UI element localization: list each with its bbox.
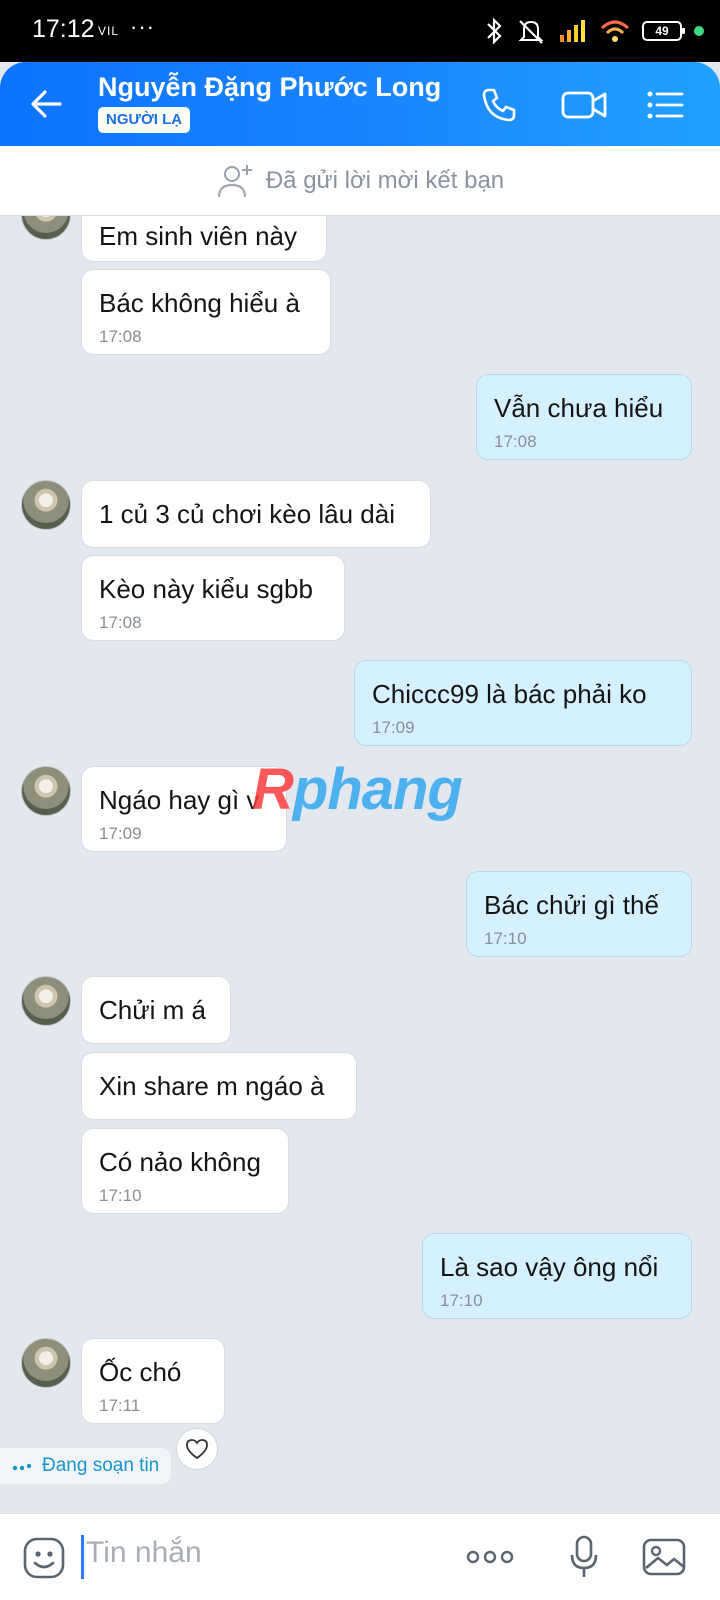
message-text: Xin share m ngáo à — [99, 1071, 325, 1101]
message-text: Là sao vậy ông nổi — [440, 1252, 659, 1282]
battery-level: 49 — [655, 24, 669, 38]
message-time: 17:09 — [372, 718, 415, 737]
typing-dots-icon — [12, 1463, 32, 1471]
list-menu-icon — [647, 91, 684, 119]
arrow-left-icon[interactable] — [26, 84, 66, 124]
message-time: 17:11 — [99, 1396, 141, 1415]
message-bubble-outgoing[interactable]: Chiccc99 là bác phải ko 17:09 — [354, 660, 692, 746]
message-text: Chửi m á — [99, 995, 206, 1025]
message-time: 17:10 — [484, 929, 527, 948]
more-options-button[interactable] — [464, 1534, 516, 1580]
message-input[interactable]: Tin nhắn — [86, 1536, 202, 1570]
message-text: Chiccc99 là bác phải ko — [372, 679, 647, 709]
more-dots-icon — [466, 1550, 514, 1564]
message-text: Có nảo không — [99, 1147, 261, 1177]
avatar[interactable] — [21, 480, 71, 530]
message-time: 17:08 — [99, 613, 142, 632]
message-text: Kèo này kiểu sgbb — [99, 574, 313, 604]
message-bubble-outgoing[interactable]: Vẫn chưa hiểu 17:08 — [476, 374, 692, 460]
friend-request-bar[interactable]: Đã gửi lời mời kết bạn — [0, 146, 720, 216]
avatar[interactable] — [21, 1338, 71, 1388]
message-bubble-incoming[interactable]: Chửi m á — [81, 976, 231, 1044]
menu-button[interactable] — [642, 82, 688, 128]
composer-bar: Tin nhắn — [0, 1513, 720, 1600]
contact-name[interactable]: Nguyễn Đặng Phước Long — [98, 72, 441, 103]
status-time: 17:12 — [32, 15, 95, 43]
message-bubble-incoming[interactable]: 1 củ 3 củ chơi kèo lâu dài — [81, 480, 431, 548]
status-icons: 49 — [484, 14, 704, 48]
sticker-smile-icon[interactable] — [22, 1536, 66, 1580]
message-bubble-incoming[interactable]: Bác không hiểu à 17:08 — [81, 269, 331, 355]
message-text: Bác không hiểu à — [99, 288, 300, 318]
video-camera-icon — [561, 91, 607, 119]
message-bubble-incoming[interactable]: Em sinh viên này — [81, 216, 327, 262]
message-text: Vẫn chưa hiểu — [494, 393, 664, 423]
message-time: 17:08 — [99, 327, 142, 346]
message-text: 1 củ 3 củ chơi kèo lâu dài — [99, 499, 396, 529]
add-user-icon — [217, 164, 252, 197]
typing-indicator: Đang soạn tin — [0, 1448, 172, 1484]
wifi-icon — [600, 20, 630, 42]
video-call-button[interactable] — [556, 82, 612, 128]
message-text: Em sinh viên này — [99, 221, 297, 251]
message-bubble-outgoing[interactable]: Bác chửi gì thế 17:10 — [466, 871, 692, 957]
text-cursor — [81, 1535, 84, 1579]
message-bubble-incoming[interactable]: Kèo này kiểu sgbb 17:08 — [81, 555, 345, 641]
message-bubble-incoming[interactable]: Xin share m ngáo à — [81, 1052, 357, 1120]
message-text: Ốc chó — [99, 1357, 182, 1387]
network-label: VIL — [98, 24, 120, 38]
message-time: 17:10 — [99, 1186, 142, 1205]
privacy-indicator — [694, 26, 704, 36]
avatar[interactable] — [21, 216, 71, 240]
battery-icon: 49 — [642, 21, 685, 41]
call-button[interactable] — [476, 82, 522, 128]
message-text: Bác chửi gì thế — [484, 890, 659, 920]
message-bubble-incoming[interactable]: Có nảo không 17:10 — [81, 1128, 289, 1214]
phone-icon — [482, 88, 516, 122]
gallery-button[interactable] — [640, 1534, 688, 1580]
image-gallery-icon — [642, 1538, 686, 1576]
message-list[interactable]: Em sinh viên này Bác không hiểu à 17:08 … — [0, 216, 720, 1513]
bluetooth-icon — [487, 17, 502, 45]
chat-header: Nguyễn Đặng Phước Long NGƯỜI LẠ — [0, 62, 720, 146]
react-button[interactable] — [176, 1428, 218, 1470]
watermark-logo: Rphang — [252, 757, 463, 822]
voice-message-button[interactable] — [562, 1534, 606, 1580]
message-time: 17:10 — [440, 1291, 483, 1310]
message-time: 17:08 — [494, 432, 537, 451]
stranger-badge: NGƯỜI LẠ — [98, 107, 191, 133]
avatar[interactable] — [21, 766, 71, 816]
signal-icon — [560, 20, 585, 42]
typing-text: Đang soạn tin — [42, 1455, 160, 1476]
mute-icon — [518, 20, 544, 44]
friend-request-text: Đã gửi lời mời kết bạn — [265, 166, 505, 194]
message-bubble-outgoing[interactable]: Là sao vậy ông nổi 17:10 — [422, 1233, 692, 1319]
message-time: 17:09 — [99, 824, 142, 843]
heart-icon — [186, 1439, 208, 1460]
message-text: Ngáo hay gì v — [99, 785, 260, 815]
microphone-icon — [570, 1535, 598, 1577]
more-notifications-icon: ··· — [130, 14, 155, 39]
avatar[interactable] — [21, 976, 71, 1026]
status-bar: 17:12 VIL ··· 49 — [0, 0, 720, 62]
message-bubble-incoming[interactable]: Ốc chó 17:11 — [81, 1338, 225, 1424]
